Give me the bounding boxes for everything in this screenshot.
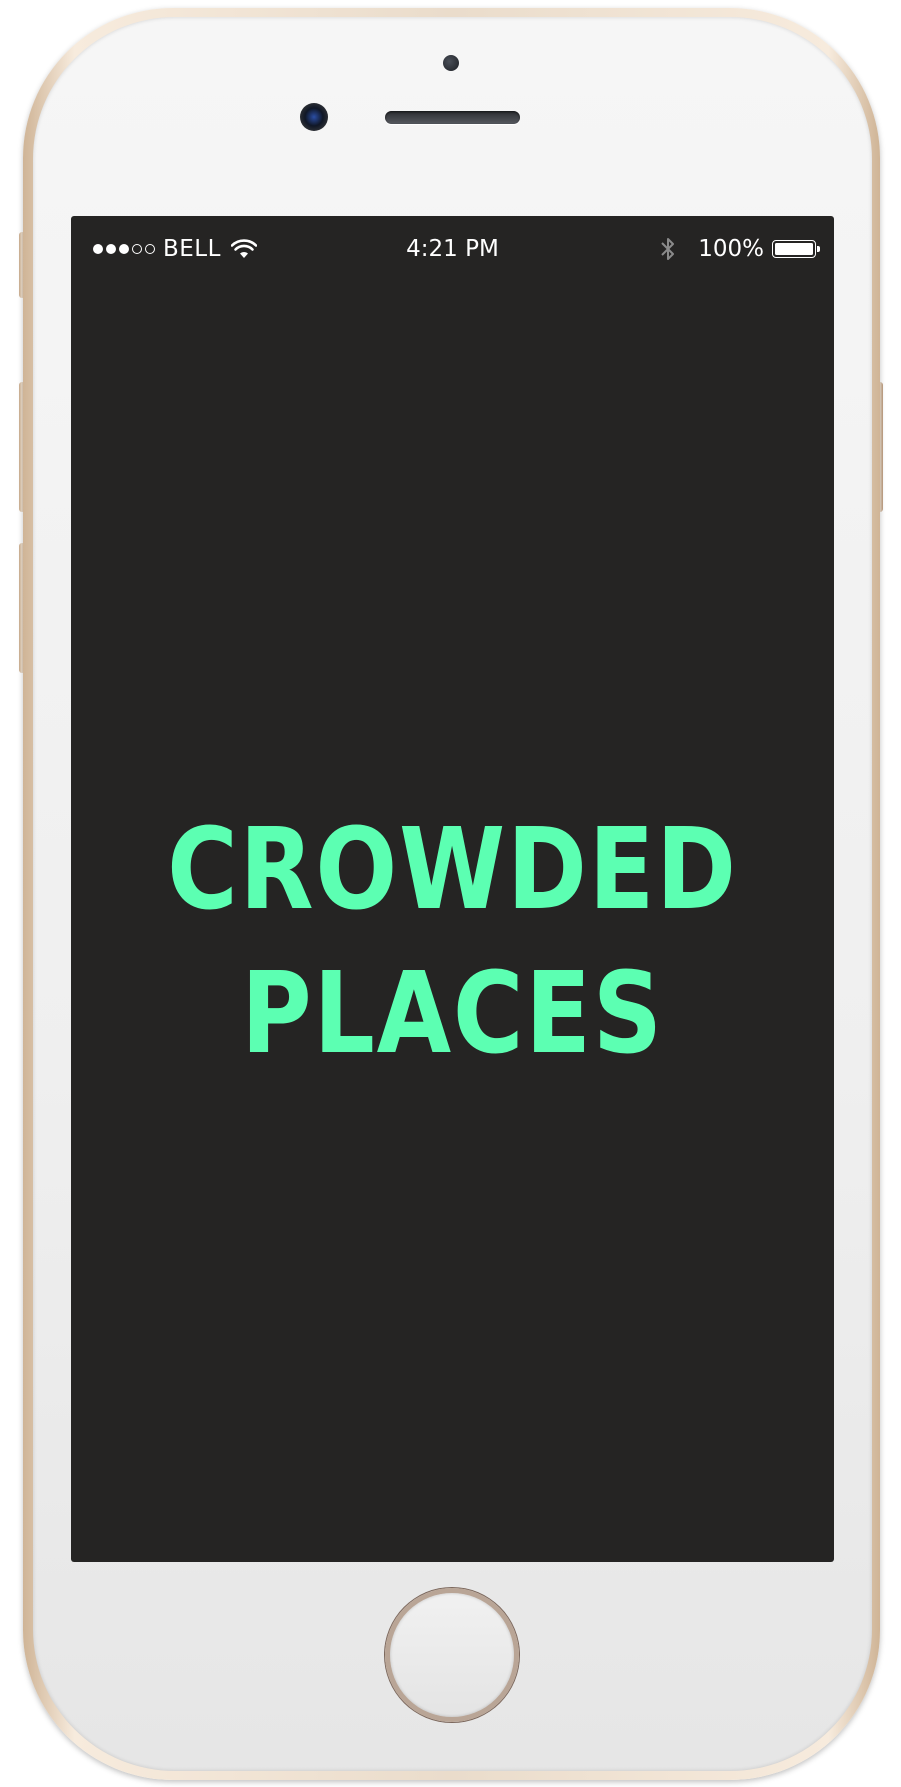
app-title-line-2: PLACES xyxy=(241,949,664,1079)
battery-tip xyxy=(817,246,820,252)
status-right: 100% xyxy=(660,235,820,263)
bluetooth-icon xyxy=(660,236,676,262)
front-camera xyxy=(300,103,328,131)
home-button[interactable] xyxy=(385,1588,519,1722)
proximity-sensor xyxy=(443,55,459,71)
battery-percentage: 100% xyxy=(698,236,764,262)
earpiece-speaker xyxy=(385,111,520,124)
app-title-line-1: CROWDED xyxy=(167,805,738,935)
status-bar: BELL 4:21 PM 100% xyxy=(71,216,834,280)
app-title: CROWDED PLACES xyxy=(124,798,780,1086)
device-mockup: BELL 4:21 PM 100% CROWDED PLACES xyxy=(0,0,901,1787)
battery-icon xyxy=(772,240,820,258)
battery-fill xyxy=(775,243,813,255)
app-screen: BELL 4:21 PM 100% CROWDED PLACES xyxy=(71,216,834,1562)
